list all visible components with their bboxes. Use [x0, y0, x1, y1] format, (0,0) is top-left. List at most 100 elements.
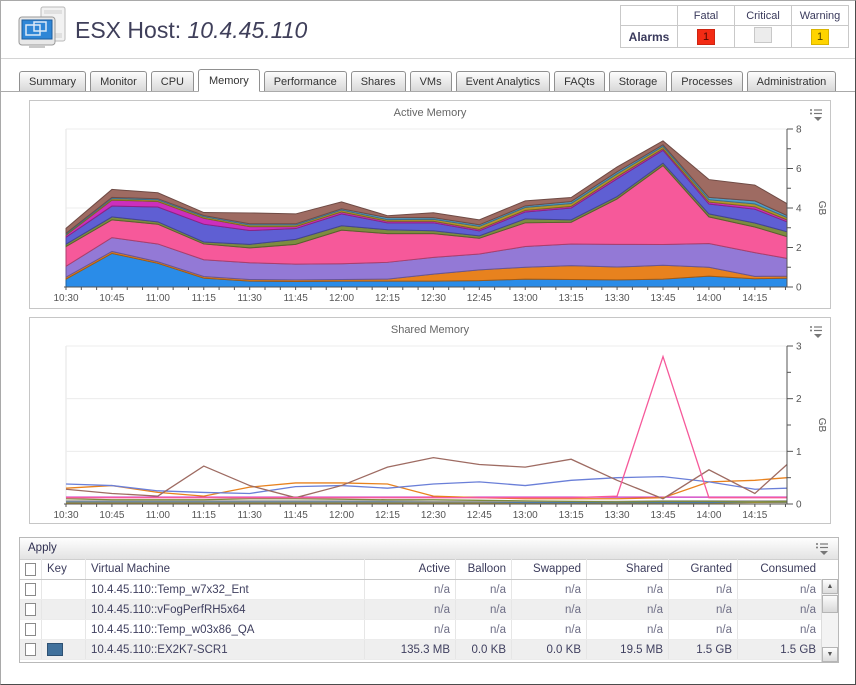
select-all-checkbox[interactable] [25, 563, 36, 576]
chart-options-icon[interactable] [809, 325, 823, 338]
svg-text:12:00: 12:00 [329, 293, 354, 304]
row-checkbox[interactable] [25, 623, 36, 636]
critical-count-badge[interactable] [754, 27, 772, 43]
table-row[interactable]: 10.4.45.110::Temp_w7x32_Entn/an/an/an/an… [20, 580, 821, 600]
value-cell-consumed: n/a [738, 620, 821, 639]
svg-text:12:45: 12:45 [467, 293, 492, 304]
svg-text:10:30: 10:30 [53, 293, 78, 304]
svg-text:12:30: 12:30 [421, 293, 446, 304]
tab-vms[interactable]: VMs [410, 71, 452, 91]
value-cell-active: n/a [365, 600, 456, 619]
tab-faqts[interactable]: FAQts [554, 71, 605, 91]
active-memory-widget: Active Memory 10:3010:4511:0011:1511:301… [29, 100, 831, 309]
svg-text:14:00: 14:00 [696, 293, 721, 304]
tab-cpu[interactable]: CPU [151, 71, 194, 91]
value-cell-active: 135.3 MB [365, 640, 456, 659]
svg-text:12:15: 12:15 [375, 293, 400, 304]
column-header-shared[interactable]: Shared [587, 559, 669, 579]
scroll-up-button[interactable]: ▲ [822, 579, 838, 594]
page-title-prefix: ESX Host: [75, 17, 181, 43]
alarms-warning-cell: 1 [792, 26, 849, 48]
column-header-balloon[interactable]: Balloon [456, 559, 512, 579]
value-cell-granted: n/a [669, 580, 738, 599]
svg-text:11:15: 11:15 [192, 510, 217, 521]
value-cell-consumed: n/a [738, 600, 821, 619]
key-cell [42, 600, 86, 619]
vm-table: KeyVirtual MachineActiveBalloonSwappedSh… [20, 559, 821, 660]
active-memory-chart: 10:3010:4511:0011:1511:3011:4512:0012:15… [30, 123, 830, 312]
table-scrollbar[interactable]: ▲ ▼ [821, 579, 838, 662]
column-header-consumed[interactable]: Consumed [738, 559, 821, 579]
tab-event-analytics[interactable]: Event Analytics [456, 71, 551, 91]
scrollbar-thumb[interactable] [822, 595, 838, 613]
svg-text:10:45: 10:45 [99, 510, 124, 521]
value-cell-balloon: n/a [456, 620, 512, 639]
scroll-down-button[interactable]: ▼ [822, 647, 838, 662]
row-checkbox-cell [20, 580, 42, 599]
table-options-icon[interactable] [815, 542, 829, 555]
table-header-row: KeyVirtual MachineActiveBalloonSwappedSh… [20, 559, 821, 580]
value-cell-shared: 19.5 MB [587, 640, 669, 659]
tab-storage[interactable]: Storage [609, 71, 668, 91]
table-row[interactable]: 10.4.45.110::EX2K7-SCR1135.3 MB0.0 KB0.0… [20, 640, 821, 660]
active-memory-title: Active Memory [30, 101, 830, 123]
svg-text:11:30: 11:30 [238, 293, 263, 304]
key-cell [42, 640, 86, 659]
svg-text:13:15: 13:15 [559, 293, 584, 304]
page-title: ESX Host: 10.4.45.110 [75, 17, 307, 44]
column-header-granted[interactable]: Granted [669, 559, 738, 579]
svg-text:4: 4 [796, 204, 802, 215]
row-checkbox[interactable] [25, 643, 36, 656]
table-row[interactable]: 10.4.45.110::vFogPerfRH5x64n/an/an/an/an… [20, 600, 821, 620]
value-cell-granted: n/a [669, 600, 738, 619]
warning-count-badge[interactable]: 1 [811, 29, 829, 45]
value-cell-granted: 1.5 GB [669, 640, 738, 659]
svg-text:10:30: 10:30 [53, 510, 78, 521]
tab-administration[interactable]: Administration [747, 71, 837, 91]
key-cell [42, 620, 86, 639]
tab-performance[interactable]: Performance [264, 71, 347, 91]
tab-shares[interactable]: Shares [351, 71, 406, 91]
column-header-swapped[interactable]: Swapped [512, 559, 587, 579]
tab-summary[interactable]: Summary [19, 71, 86, 91]
column-header-virtual-machine[interactable]: Virtual Machine [86, 559, 365, 579]
line-series-pink [66, 357, 787, 498]
value-cell-shared: n/a [587, 580, 669, 599]
tab-monitor[interactable]: Monitor [90, 71, 147, 91]
row-checkbox[interactable] [25, 603, 36, 616]
chart-options-icon[interactable] [809, 108, 823, 121]
value-cell-active: n/a [365, 620, 456, 639]
column-header-active[interactable]: Active [365, 559, 456, 579]
alarms-col-fatal: Fatal [678, 6, 735, 26]
svg-text:14:15: 14:15 [742, 510, 767, 521]
svg-text:2: 2 [796, 243, 802, 254]
value-cell-swapped: n/a [512, 580, 587, 599]
svg-text:14:15: 14:15 [742, 293, 767, 304]
svg-text:12:45: 12:45 [467, 510, 492, 521]
tab-memory[interactable]: Memory [198, 69, 260, 92]
column-header-key[interactable]: Key [42, 559, 86, 579]
value-cell-consumed: 1.5 GB [738, 640, 821, 659]
svg-text:13:45: 13:45 [650, 510, 675, 521]
svg-text:13:00: 13:00 [513, 510, 538, 521]
alarms-col-warning: Warning [792, 6, 849, 26]
header-checkbox-cell [20, 559, 42, 579]
svg-text:6: 6 [796, 164, 802, 175]
vm-name-cell: 10.4.45.110::EX2K7-SCR1 [86, 640, 365, 659]
row-checkbox[interactable] [25, 583, 36, 596]
tab-processes[interactable]: Processes [671, 71, 742, 91]
svg-text:13:30: 13:30 [605, 293, 630, 304]
table-row[interactable]: 10.4.45.110::Temp_w03x86_QAn/an/an/an/an… [20, 620, 821, 640]
row-checkbox-cell [20, 640, 42, 659]
apply-button[interactable]: Apply [28, 542, 57, 554]
value-cell-granted: n/a [669, 620, 738, 639]
shared-memory-title: Shared Memory [30, 318, 830, 340]
fatal-count-badge[interactable]: 1 [697, 29, 715, 45]
esx-host-icon [15, 5, 71, 57]
key-cell [42, 580, 86, 599]
svg-text:12:30: 12:30 [421, 510, 446, 521]
value-cell-swapped: n/a [512, 620, 587, 639]
svg-text:13:30: 13:30 [605, 510, 630, 521]
vm-name-cell: 10.4.45.110::Temp_w03x86_QA [86, 620, 365, 639]
header-divider [1, 58, 855, 59]
